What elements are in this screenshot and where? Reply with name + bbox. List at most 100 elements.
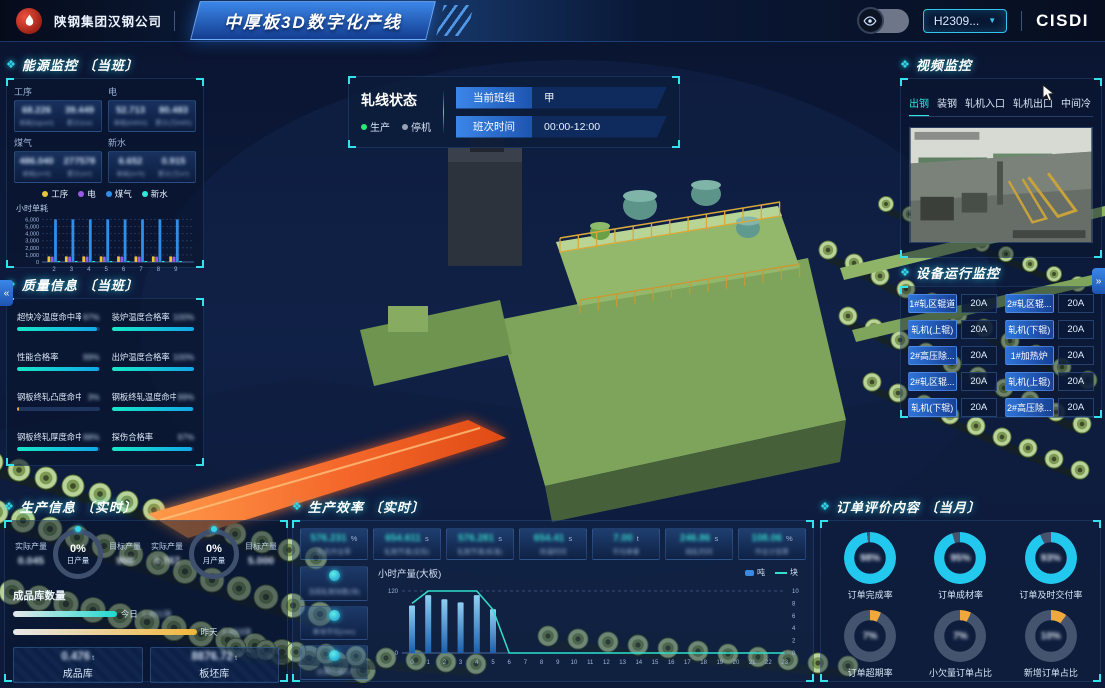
line-status-pills: 当前班组甲班次时间00:00-12:00: [456, 87, 667, 138]
device-select-dropdown[interactable]: H2309... ▼: [923, 9, 1007, 33]
energy-panel: ❖ 能源监控 〔当班〕 工序68.226单耗(kgce/t)39.449累计(t…: [6, 54, 204, 268]
header-controls: H2309... ▼ CISDI: [859, 9, 1089, 33]
svg-text:2: 2: [792, 639, 796, 645]
store-card[interactable]: 8876.72t板坯库: [150, 647, 280, 683]
corner-bracket: [806, 520, 814, 528]
gauge-actual-value: 0.767: [149, 555, 185, 567]
visibility-toggle[interactable]: [859, 9, 909, 33]
svg-text:3: 3: [459, 660, 463, 666]
quality-row: 性能合格率99%: [17, 351, 100, 363]
svg-text:20: 20: [733, 660, 740, 666]
svg-text:18: 18: [700, 660, 707, 666]
efficiency-stat: 7.00 t平均单重: [592, 528, 660, 560]
energy-card-label: 新水: [108, 136, 196, 149]
legend-item[interactable]: 新水: [142, 188, 168, 200]
video-tab-4[interactable]: 轧机出口: [1013, 95, 1053, 110]
device-label-button[interactable]: 2#轧区辊...: [1005, 294, 1054, 313]
stat-value-row: 576.231 %: [311, 533, 358, 544]
device-label-button[interactable]: 1#加热炉: [1005, 346, 1054, 365]
donut-value: 7%: [863, 631, 877, 642]
quality-item: 钢板终轧温度命中率99%: [112, 391, 195, 411]
svg-text:4: 4: [792, 626, 796, 632]
video-tab-3[interactable]: 轧机入口: [965, 95, 1005, 110]
quality-bar: [17, 407, 100, 411]
left-collapse-handle[interactable]: «: [0, 280, 13, 306]
stock-bar-fill: [13, 629, 197, 635]
corner-bracket: [1094, 78, 1102, 86]
line-legend-item: 停机: [402, 119, 431, 134]
video-feed[interactable]: [909, 127, 1093, 243]
device-row: 2#轧区辊...20A: [1005, 294, 1094, 313]
energy-unit: 累计(tce): [67, 117, 93, 127]
quality-row: 钢板终轧温度命中率99%: [112, 391, 195, 403]
legend-item-pieces[interactable]: 块: [775, 567, 798, 578]
device-select-value: H2309...: [934, 14, 979, 28]
quality-value: 97%: [83, 312, 100, 322]
device-label-button[interactable]: 2#高压除...: [908, 346, 957, 365]
device-label-button[interactable]: 轧机(上辊): [908, 320, 957, 339]
stat-label: 待温时间: [539, 546, 566, 556]
quality-bar: [112, 367, 195, 371]
video-tab-5[interactable]: 中间冷: [1061, 95, 1091, 110]
donut-label: 订单及时交付率: [1019, 588, 1082, 601]
svg-text:23: 23: [781, 660, 788, 666]
energy-card-label: 工序: [14, 85, 102, 98]
order-donut: 95%订单成材率: [934, 532, 986, 601]
corner-bracket: [900, 250, 908, 258]
device-label-button[interactable]: 轧机(下辊): [1005, 320, 1054, 339]
efficiency-panel-body: 576.231 %轧机作业率654.611 s轧制节奏(实际)576.281 s…: [292, 520, 814, 682]
device-value: 20A: [1058, 294, 1094, 313]
store-card[interactable]: 0.476t成品库: [13, 647, 143, 683]
device-value: 20A: [1058, 320, 1094, 339]
efficiency-panel-header: ❖ 生产效率 〔实时〕: [292, 496, 814, 516]
svg-text:19: 19: [716, 660, 723, 666]
energy-unit: 单耗(kWh/t): [114, 117, 148, 127]
quality-bar-fill: [112, 407, 194, 411]
efficiency-side-stat: 出钢节奏(s): [300, 645, 368, 680]
video-tab-1[interactable]: 出钢: [909, 95, 929, 110]
svg-text:10: 10: [571, 660, 578, 666]
legend-item[interactable]: 煤气: [106, 188, 132, 200]
quality-bar-fill: [112, 327, 195, 331]
video-panel: ❖ 视频监控 出钢装钢轧机入口轧机出口中间冷电动辊: [900, 54, 1102, 258]
corner-bracket: [820, 520, 828, 528]
energy-value: 277578: [64, 156, 96, 167]
diamond-icon: ❖: [900, 266, 911, 279]
quality-row: 钢板终轧厚度命中率98%: [17, 431, 100, 443]
legend-item[interactable]: 工序: [42, 188, 68, 200]
legend-dot: [78, 191, 84, 197]
quality-bar-fill: [17, 367, 99, 371]
line-legend-item: 生产: [361, 119, 390, 134]
svg-text:13: 13: [619, 660, 626, 666]
video-tab-2[interactable]: 装钢: [937, 95, 957, 110]
device-label-button[interactable]: 轧机(上辊): [1005, 372, 1054, 391]
efficiency-lower: 当班轧制块数(块)单块平均(min)出钢节奏(s) 小时产量(大板) 吨 块: [300, 566, 806, 680]
corner-bracket: [196, 78, 204, 86]
donut-value: 93%: [1041, 553, 1061, 564]
diamond-icon: ❖: [6, 58, 17, 71]
device-value: 20A: [961, 346, 997, 365]
efficiency-stat: 576.231 %轧机作业率: [300, 528, 368, 560]
donut-label: 订单成材率: [938, 588, 983, 601]
status-pill-value: 00:00-12:00: [532, 116, 667, 138]
device-label-button[interactable]: 轧机(下辊): [908, 398, 957, 417]
quality-value: 3%: [88, 392, 100, 402]
svg-text:4: 4: [87, 267, 91, 273]
device-row: 轧机(下辊)20A: [1005, 320, 1094, 339]
svg-text:1: 1: [427, 660, 431, 666]
stat-value-row: 246.86 s: [680, 533, 718, 544]
device-label-button[interactable]: 1#轧区辊道: [908, 294, 957, 313]
legend-item-tons[interactable]: 吨: [745, 567, 765, 578]
panel-title: 生产信息: [20, 497, 76, 516]
legend-item[interactable]: 电: [78, 188, 96, 200]
corner-bracket: [292, 674, 300, 682]
status-pill: 当前班组甲: [456, 87, 667, 109]
right-collapse-handle[interactable]: »: [1092, 268, 1105, 294]
gauge-target: 目标产量5.000: [243, 541, 279, 567]
device-row: 轧机(下辊)20A: [908, 398, 997, 417]
stock-bar-value: 1,801块: [142, 608, 172, 620]
svg-text:8: 8: [157, 267, 161, 273]
device-label-button[interactable]: 2#高压除...: [1005, 398, 1054, 417]
stat-unit: s: [712, 534, 718, 543]
device-label-button[interactable]: 2#轧区辊...: [908, 372, 957, 391]
